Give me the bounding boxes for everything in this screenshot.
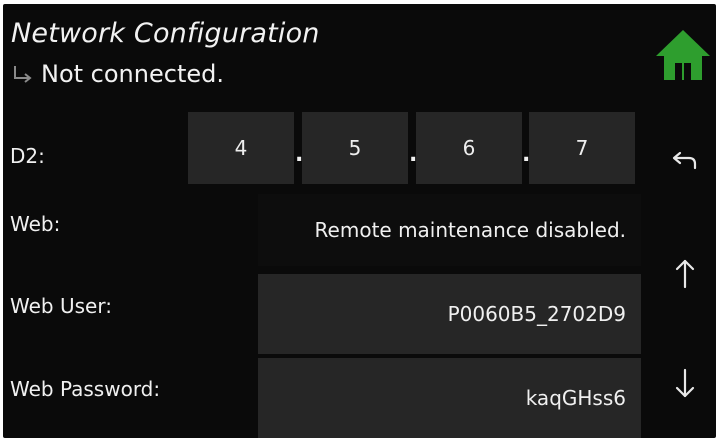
page-title: Network Configuration [11, 18, 320, 49]
d2-octet-2-field[interactable]: 5 [302, 112, 408, 184]
web-password-label: Web Password: [10, 377, 161, 401]
d2-octet-3-field[interactable]: 6 [416, 112, 522, 184]
return-arrow-icon [14, 66, 32, 83]
web-label: Web: [10, 212, 61, 236]
device-display: Network Configuration Not connected. D2:… [3, 4, 716, 438]
arrow-up-icon[interactable] [665, 253, 705, 293]
back-arrow-icon[interactable] [665, 142, 705, 182]
d2-octet-1-field[interactable]: 4 [188, 112, 294, 184]
home-icon[interactable] [654, 26, 712, 84]
screen: Network Configuration Not connected. D2:… [0, 0, 722, 441]
d2-octet-4-field[interactable]: 7 [529, 112, 635, 184]
d2-label: D2: [10, 144, 45, 168]
web-user-field[interactable]: P0060B5_2702D9 [258, 274, 641, 354]
remote-maintenance-status: Remote maintenance disabled. [258, 194, 641, 266]
arrow-down-icon[interactable] [665, 364, 705, 404]
web-password-field[interactable]: kaqGHss6 [258, 358, 641, 438]
connection-status-text: Not connected. [41, 60, 224, 88]
connection-status: Not connected. [11, 58, 224, 90]
web-user-label: Web User: [10, 294, 112, 318]
